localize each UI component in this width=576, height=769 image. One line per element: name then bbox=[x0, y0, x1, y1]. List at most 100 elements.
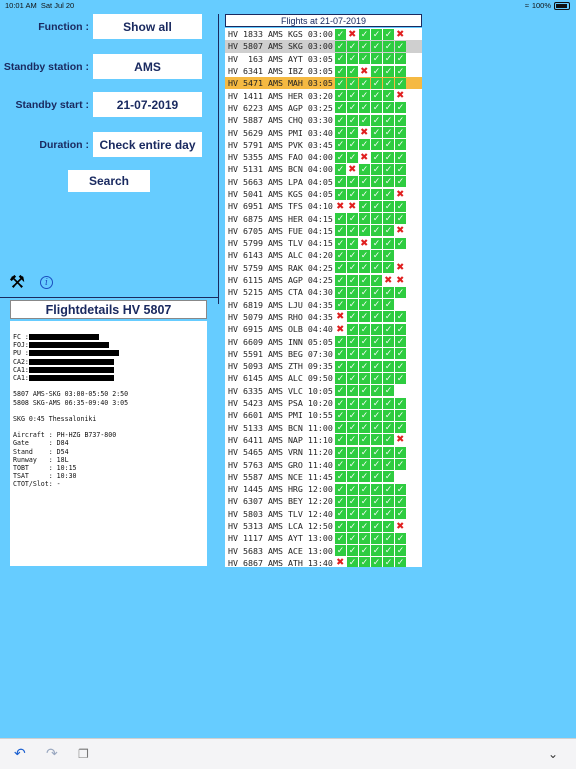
status-marks: ✓ ✓ ✖ ✓ ✓ ✓ bbox=[334, 126, 407, 139]
check-icon: ✓ bbox=[358, 409, 370, 421]
check-icon: ✓ bbox=[358, 311, 370, 323]
flight-row[interactable]: HV 6915 AMS OLB 04:40 ✖ ✓ ✓ ✓ ✓ ✓ bbox=[225, 323, 422, 336]
cross-icon: ✖ bbox=[360, 235, 369, 251]
flight-row[interactable]: HV 6145 AMS ALC 09:50 ✓ ✓ ✓ ✓ ✓ ✓ bbox=[225, 372, 422, 384]
flight-row[interactable]: HV 6411 AMS NAP 11:10 ✓ ✓ ✓ ✓ ✓ ✖ bbox=[225, 433, 422, 446]
flight-text: HV 5799 AMS TLV 04:15 bbox=[228, 238, 333, 249]
flight-row[interactable]: HV 6819 AMS LJU 04:35 ✓ ✓ ✓ ✓ ✓ bbox=[225, 299, 422, 311]
check-icon: ✓ bbox=[394, 495, 406, 507]
flight-row[interactable]: HV 6143 AMS ALC 04:20 ✓ ✓ ✓ ✓ ✓ bbox=[225, 249, 422, 261]
flight-row[interactable]: HV 5423 AMS PSA 10:20 ✓ ✓ ✓ ✓ ✓ ✓ bbox=[225, 397, 422, 409]
standby-start-button[interactable]: 21-07-2019 bbox=[93, 92, 202, 117]
flight-row[interactable]: HV 5629 AMS PMI 03:40 ✓ ✓ ✖ ✓ ✓ ✓ bbox=[225, 126, 422, 139]
clipboard-icon[interactable]: ❐ bbox=[78, 747, 89, 761]
flight-row[interactable]: HV 5093 AMS ZTH 09:35 ✓ ✓ ✓ ✓ ✓ ✓ bbox=[225, 360, 422, 372]
check-icon: ✓ bbox=[346, 286, 358, 298]
flight-row[interactable]: HV 1411 AMS HER 03:20 ✓ ✓ ✓ ✓ ✓ ✖ bbox=[225, 89, 422, 102]
flight-row[interactable]: HV 5803 AMS TLV 12:40 ✓ ✓ ✓ ✓ ✓ ✓ bbox=[225, 508, 422, 520]
check-icon: ✓ bbox=[358, 299, 370, 311]
check-icon: ✓ bbox=[394, 40, 406, 52]
check-icon: ✓ bbox=[382, 163, 394, 175]
flight-row[interactable]: HV 5807 AMS SKG 03:00 ✓ ✓ ✓ ✓ ✓ ✓ bbox=[225, 40, 422, 53]
flight-row[interactable]: HV 5465 AMS VRN 11:20 ✓ ✓ ✓ ✓ ✓ ✓ bbox=[225, 446, 422, 458]
flight-row[interactable]: HV 5799 AMS TLV 04:15 ✓ ✓ ✖ ✓ ✓ ✓ bbox=[225, 235, 422, 251]
standby-station-button[interactable]: AMS bbox=[93, 54, 202, 79]
flight-row[interactable]: HV 1833 AMS KGS 03:00 ✓ ✖ ✓ ✓ ✓ ✖ bbox=[225, 28, 422, 41]
status-marks: ✓ ✓ ✓ ✓ ✓ ✓ bbox=[334, 495, 407, 507]
duration-button[interactable]: Check entire day bbox=[93, 132, 202, 157]
check-icon: ✓ bbox=[358, 532, 370, 544]
check-icon: ✓ bbox=[346, 409, 358, 421]
check-icon: ✓ bbox=[358, 249, 370, 261]
check-icon: ✓ bbox=[346, 459, 358, 471]
flight-row[interactable]: HV 6341 AMS IBZ 03:05 ✓ ✓ ✖ ✓ ✓ ✓ bbox=[225, 65, 422, 78]
check-icon: ✓ bbox=[358, 28, 370, 40]
flight-text: HV 5887 AMS CHQ 03:30 bbox=[228, 115, 333, 126]
check-icon: ✓ bbox=[370, 151, 382, 163]
check-icon: ✓ bbox=[382, 65, 394, 77]
flight-row[interactable]: HV 5079 AMS RHO 04:35 ✖ ✓ ✓ ✓ ✓ ✓ bbox=[225, 310, 422, 323]
undo-icon[interactable]: ↶ bbox=[14, 745, 26, 762]
check-icon: ✓ bbox=[394, 483, 406, 495]
function-button[interactable]: Show all bbox=[93, 14, 202, 39]
flight-row[interactable]: HV 6307 AMS BEY 12:20 ✓ ✓ ✓ ✓ ✓ ✓ bbox=[225, 495, 422, 507]
flight-row[interactable]: HV 5471 AMS MAH 03:05 ✓ ✓ ✓ ✓ ✓ ✓ bbox=[225, 77, 422, 90]
info-icon[interactable]: i bbox=[40, 276, 53, 289]
flight-row[interactable]: HV 5041 AMS KGS 04:05 ✓ ✓ ✓ ✓ ✓ ✖ bbox=[225, 188, 422, 201]
flight-row[interactable]: HV 6601 AMS PMI 10:55 ✓ ✓ ✓ ✓ ✓ ✓ bbox=[225, 409, 422, 421]
flights-list[interactable]: HV 1833 AMS KGS 03:00 ✓ ✖ ✓ ✓ ✓ ✖ HV 5807 AMS S… bbox=[225, 28, 422, 567]
flight-row[interactable]: HV 6951 AMS TFS 04:10 ✖ ✖ ✓ ✓ ✓ ✓ bbox=[225, 200, 422, 213]
check-icon: ✓ bbox=[370, 385, 382, 397]
detail-line: Stand : D54 bbox=[13, 447, 69, 456]
check-icon: ✓ bbox=[370, 483, 382, 495]
flight-row[interactable]: HV 5133 AMS BCN 11:00 ✓ ✓ ✓ ✓ ✓ ✓ bbox=[225, 422, 422, 434]
check-icon: ✓ bbox=[394, 409, 406, 421]
flight-text: HV 6609 AMS INN 05:05 bbox=[228, 336, 333, 347]
flight-row[interactable]: HV 5763 AMS GRO 11:40 ✓ ✓ ✓ ✓ ✓ ✓ bbox=[225, 458, 422, 471]
flight-text: HV 5465 AMS VRN 11:20 bbox=[228, 447, 333, 458]
check-icon: ✓ bbox=[394, 372, 406, 384]
check-icon: ✓ bbox=[370, 434, 382, 446]
flight-row[interactable]: HV 163 AMS AYT 03:05 ✓ ✓ ✓ ✓ ✓ ✓ bbox=[225, 53, 422, 65]
check-icon: ✓ bbox=[358, 446, 370, 458]
flight-row[interactable]: HV 5791 AMS PVK 03:45 ✓ ✓ ✓ ✓ ✓ ✓ bbox=[225, 139, 422, 151]
flight-text: HV 1445 AMS HRG 12:00 bbox=[228, 484, 333, 495]
flight-row[interactable]: HV 6223 AMS AGP 03:25 ✓ ✓ ✓ ✓ ✓ ✓ bbox=[225, 102, 422, 114]
cross-icon: ✖ bbox=[360, 149, 369, 165]
chevron-down-icon[interactable]: ⌄ bbox=[548, 747, 558, 761]
flight-row[interactable]: HV 6867 AMS ATH 13:40 ✖ ✓ ✓ ✓ ✓ ✓ bbox=[225, 556, 422, 567]
check-icon: ✓ bbox=[346, 299, 358, 311]
flight-row[interactable]: HV 5759 AMS RAK 04:25 ✓ ✓ ✓ ✓ ✓ ✖ bbox=[225, 261, 422, 274]
check-icon: ✓ bbox=[346, 102, 358, 114]
flight-row[interactable]: HV 6875 AMS HER 04:15 ✓ ✓ ✓ ✓ ✓ ✓ bbox=[225, 212, 422, 225]
flight-row[interactable]: HV 1445 AMS HRG 12:00 ✓ ✓ ✓ ✓ ✓ ✓ bbox=[225, 483, 422, 495]
check-icon: ✓ bbox=[358, 459, 370, 471]
flight-row[interactable]: HV 1117 AMS AYT 13:00 ✓ ✓ ✓ ✓ ✓ ✓ bbox=[225, 532, 422, 544]
check-icon: ✓ bbox=[382, 249, 394, 261]
check-icon: ✓ bbox=[346, 471, 358, 483]
flight-row[interactable]: HV 5131 AMS BCN 04:00 ✓ ✖ ✓ ✓ ✓ ✓ bbox=[225, 163, 422, 176]
check-icon: ✓ bbox=[370, 360, 382, 372]
flight-row[interactable]: HV 5587 AMS NCE 11:45 ✓ ✓ ✓ ✓ ✓ bbox=[225, 471, 422, 483]
flight-row[interactable]: HV 6609 AMS INN 05:05 ✓ ✓ ✓ ✓ ✓ ✓ bbox=[225, 335, 422, 348]
flight-row[interactable]: HV 5313 AMS LCA 12:50 ✓ ✓ ✓ ✓ ✓ ✖ bbox=[225, 520, 422, 533]
check-icon: ✓ bbox=[382, 471, 394, 483]
check-icon: ✓ bbox=[394, 446, 406, 458]
status-marks: ✓ ✓ ✓ ✓ ✓ ✓ bbox=[334, 372, 407, 384]
flight-row[interactable]: HV 5887 AMS CHQ 03:30 ✓ ✓ ✓ ✓ ✓ ✓ bbox=[225, 114, 422, 126]
flight-row[interactable]: HV 5663 AMS LPA 04:05 ✓ ✓ ✓ ✓ ✓ ✓ bbox=[225, 176, 422, 188]
flight-row[interactable]: HV 5355 AMS FAO 04:00 ✓ ✓ ✖ ✓ ✓ ✓ bbox=[225, 149, 422, 165]
tools-icon[interactable]: ⚒ bbox=[9, 272, 25, 293]
detail-line: CA2: bbox=[13, 358, 207, 366]
flight-row[interactable]: HV 5683 AMS ACE 13:00 ✓ ✓ ✓ ✓ ✓ ✓ bbox=[225, 544, 422, 557]
check-icon: ✓ bbox=[370, 114, 382, 126]
flight-row[interactable]: HV 6335 AMS VLC 10:05 ✓ ✓ ✓ ✓ ✓ bbox=[225, 385, 422, 397]
check-icon: ✓ bbox=[334, 385, 346, 397]
flight-row[interactable]: HV 5591 AMS BEG 07:30 ✓ ✓ ✓ ✓ ✓ ✓ bbox=[225, 348, 422, 360]
check-icon: ✓ bbox=[382, 53, 394, 65]
flight-row[interactable]: HV 6115 AMS AGP 04:25 ✓ ✓ ✓ ✓ ✖ ✖ bbox=[225, 274, 422, 287]
flight-row[interactable]: HV 5215 AMS CTA 04:30 ✓ ✓ ✓ ✓ ✓ ✓ bbox=[225, 286, 422, 298]
flight-row[interactable]: HV 6705 AMS FUE 04:15 ✓ ✓ ✓ ✓ ✓ ✖ bbox=[225, 224, 422, 237]
redo-icon[interactable]: ↷ bbox=[46, 745, 58, 762]
search-button[interactable]: Search bbox=[68, 170, 150, 192]
